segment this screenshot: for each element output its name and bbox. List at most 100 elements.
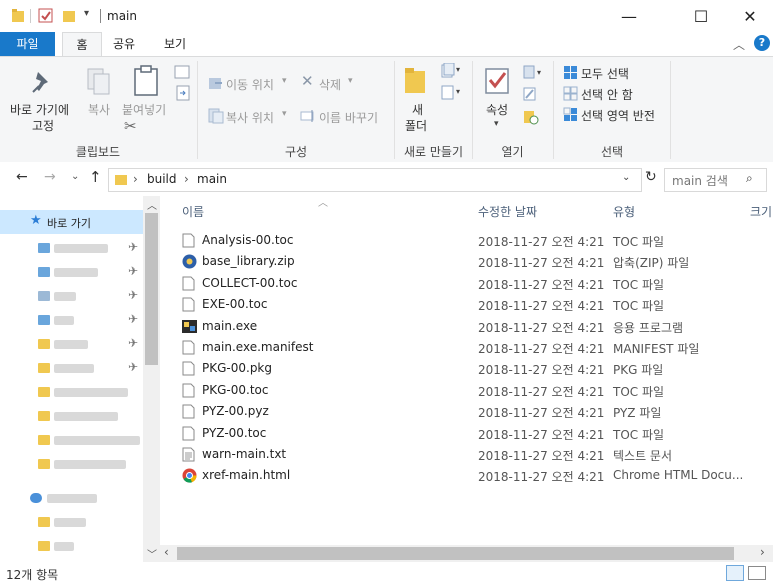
refresh-icon[interactable]: ↻ <box>645 169 657 185</box>
nav-item[interactable]: ✈ <box>0 308 143 332</box>
close-button[interactable]: ✕ <box>727 0 773 32</box>
nav-item[interactable] <box>0 452 143 476</box>
file-row[interactable]: PKG-00.toc 2018-11-27 오전 4:21 TOC 파일 <box>180 380 773 401</box>
nav-item[interactable]: ✈ <box>0 356 143 380</box>
copy-button[interactable]: 복사 <box>88 101 110 118</box>
quick-access-dropdown-icon[interactable]: ▾ <box>84 8 89 19</box>
file-row[interactable]: PKG-00.pkg 2018-11-27 오전 4:21 PKG 파일 <box>180 358 773 379</box>
nav-item-quick-access[interactable]: ★ 바로 가기 <box>0 210 143 234</box>
help-icon[interactable]: ? <box>754 35 770 51</box>
file-row[interactable]: PYZ-00.toc 2018-11-27 오전 4:21 TOC 파일 <box>180 423 773 444</box>
horizontal-scrollbar[interactable]: ‹ › <box>160 545 773 562</box>
up-arrow-icon[interactable]: ↑ <box>89 168 102 186</box>
file-row[interactable]: COLLECT-00.toc 2018-11-27 오전 4:21 TOC 파일 <box>180 273 773 294</box>
column-header-type[interactable]: 유형 <box>613 203 635 220</box>
select-none-button[interactable]: 선택 안 함 <box>581 86 633 103</box>
file-row[interactable]: main.exe.manifest 2018-11-27 오전 4:21 MANIF… <box>180 337 773 358</box>
tab-view[interactable]: 보기 <box>155 32 195 56</box>
pin-icon[interactable] <box>30 69 56 95</box>
file-row[interactable]: PYZ-00.pyz 2018-11-27 오전 4:21 PYZ 파일 <box>180 401 773 422</box>
invert-selection-button[interactable]: 선택 영역 반전 <box>581 107 655 124</box>
file-row[interactable]: base_library.zip 2018-11-27 오전 4:21 압축(ZIP… <box>180 251 773 272</box>
forward-arrow-icon[interactable]: → <box>44 169 56 185</box>
new-folder-quick-icon[interactable] <box>62 8 76 24</box>
scrollbar-thumb[interactable] <box>145 213 158 365</box>
maximize-button[interactable]: ☐ <box>678 0 724 32</box>
large-icons-view-icon[interactable] <box>748 566 766 580</box>
scrollbar-thumb[interactable] <box>177 547 734 560</box>
nav-item-cloud[interactable] <box>0 486 143 510</box>
copy-to-button[interactable]: 복사 위치 <box>226 109 274 126</box>
file-row[interactable]: xref-main.html 2018-11-27 오전 4:21 Chrome H… <box>180 465 773 486</box>
breadcrumb-build[interactable]: build <box>147 172 177 186</box>
nav-item[interactable] <box>0 534 143 558</box>
paste-shortcut-icon[interactable] <box>176 85 190 101</box>
nav-item[interactable]: ✈ <box>0 260 143 284</box>
file-name: PKG-00.pkg <box>202 361 273 376</box>
invert-selection-icon[interactable] <box>563 107 578 122</box>
nav-item[interactable]: ✈ <box>0 284 143 308</box>
address-bar[interactable]: › build › main ⌄ <box>108 168 642 192</box>
paste-icon[interactable] <box>133 65 159 97</box>
scroll-left-icon[interactable]: ‹ <box>164 545 169 559</box>
new-item-icon[interactable]: ▾ <box>441 63 463 79</box>
nav-item[interactable] <box>0 510 143 534</box>
file-name: Analysis-00.toc <box>202 233 294 247</box>
history-icon[interactable] <box>523 109 539 125</box>
search-icon[interactable]: ⌕ <box>746 171 753 186</box>
tab-share[interactable]: 공유 <box>106 32 142 56</box>
paste-button[interactable]: 붙여넣기 <box>122 101 166 118</box>
nav-item[interactable] <box>0 380 143 404</box>
collapse-ribbon-icon[interactable]: ︿ <box>733 36 745 53</box>
file-row[interactable]: EXE-00.toc 2018-11-27 오전 4:21 TOC 파일 <box>180 294 773 315</box>
new-folder-label-2[interactable]: 폴더 <box>405 117 427 134</box>
new-folder-icon[interactable] <box>403 65 427 95</box>
properties-icon[interactable] <box>484 67 512 97</box>
scroll-right-icon[interactable]: › <box>760 545 765 559</box>
copy-icon[interactable] <box>86 67 112 97</box>
file-row[interactable]: main.exe 2018-11-27 오전 4:21 응용 프로그램 <box>180 316 773 337</box>
nav-item[interactable] <box>0 428 143 452</box>
address-dropdown-icon[interactable]: ⌄ <box>622 172 630 183</box>
file-row[interactable]: Analysis-00.toc 2018-11-27 오전 4:21 TOC 파일 <box>180 230 773 251</box>
copy-path-icon[interactable] <box>174 65 190 79</box>
new-folder-label[interactable]: 새 <box>412 101 423 118</box>
delete-button[interactable]: 삭제 <box>319 76 341 93</box>
column-header-date[interactable]: 수정한 날짜 <box>478 203 537 220</box>
nav-scrollbar[interactable]: ︿ ﹀ <box>143 196 160 562</box>
breadcrumb-main[interactable]: main <box>197 172 227 186</box>
move-to-icon[interactable] <box>208 75 224 91</box>
easy-access-icon[interactable]: ▾ <box>441 85 463 101</box>
rename-icon[interactable] <box>300 109 316 123</box>
scroll-up-icon[interactable]: ︿ <box>147 197 157 212</box>
file-row[interactable]: warn-main.txt 2018-11-27 오전 4:21 텍스트 문서 <box>180 444 773 465</box>
properties-quick-icon[interactable] <box>38 8 54 24</box>
rename-button[interactable]: 이름 바꾸기 <box>319 109 378 126</box>
select-all-icon[interactable] <box>563 65 578 80</box>
recent-locations-icon[interactable]: ⌄ <box>71 171 79 182</box>
tab-file[interactable]: 파일 <box>0 32 55 56</box>
file-type: 응용 프로그램 <box>613 320 684 335</box>
column-header-size[interactable]: 크기 <box>750 203 772 220</box>
tab-home[interactable]: 홈 <box>62 32 102 57</box>
pin-to-quick-access-label-2[interactable]: 고정 <box>32 117 54 134</box>
copy-to-icon[interactable] <box>208 108 224 124</box>
edit-icon[interactable] <box>523 87 537 101</box>
pin-to-quick-access-label[interactable]: 바로 가기에 <box>10 101 69 118</box>
open-icon[interactable]: ▾ <box>523 65 547 79</box>
nav-item[interactable] <box>0 404 143 428</box>
delete-icon[interactable]: ✕ <box>301 72 314 90</box>
move-to-button[interactable]: 이동 위치 <box>226 76 274 93</box>
nav-item[interactable]: ✈ <box>0 236 143 260</box>
cut-icon[interactable]: ✂ <box>124 117 137 135</box>
select-none-icon[interactable] <box>563 86 578 101</box>
nav-item[interactable]: ✈ <box>0 332 143 356</box>
select-all-button[interactable]: 모두 선택 <box>581 65 629 82</box>
minimize-button[interactable]: — <box>606 0 652 32</box>
column-header-name[interactable]: 이름 <box>182 203 204 220</box>
details-view-icon[interactable] <box>726 565 744 581</box>
scroll-down-icon[interactable]: ﹀ <box>147 546 157 561</box>
search-input[interactable]: main 검색 ⌕ <box>664 168 767 192</box>
back-arrow-icon[interactable]: ← <box>16 169 28 185</box>
properties-button[interactable]: 속성 <box>486 101 508 118</box>
